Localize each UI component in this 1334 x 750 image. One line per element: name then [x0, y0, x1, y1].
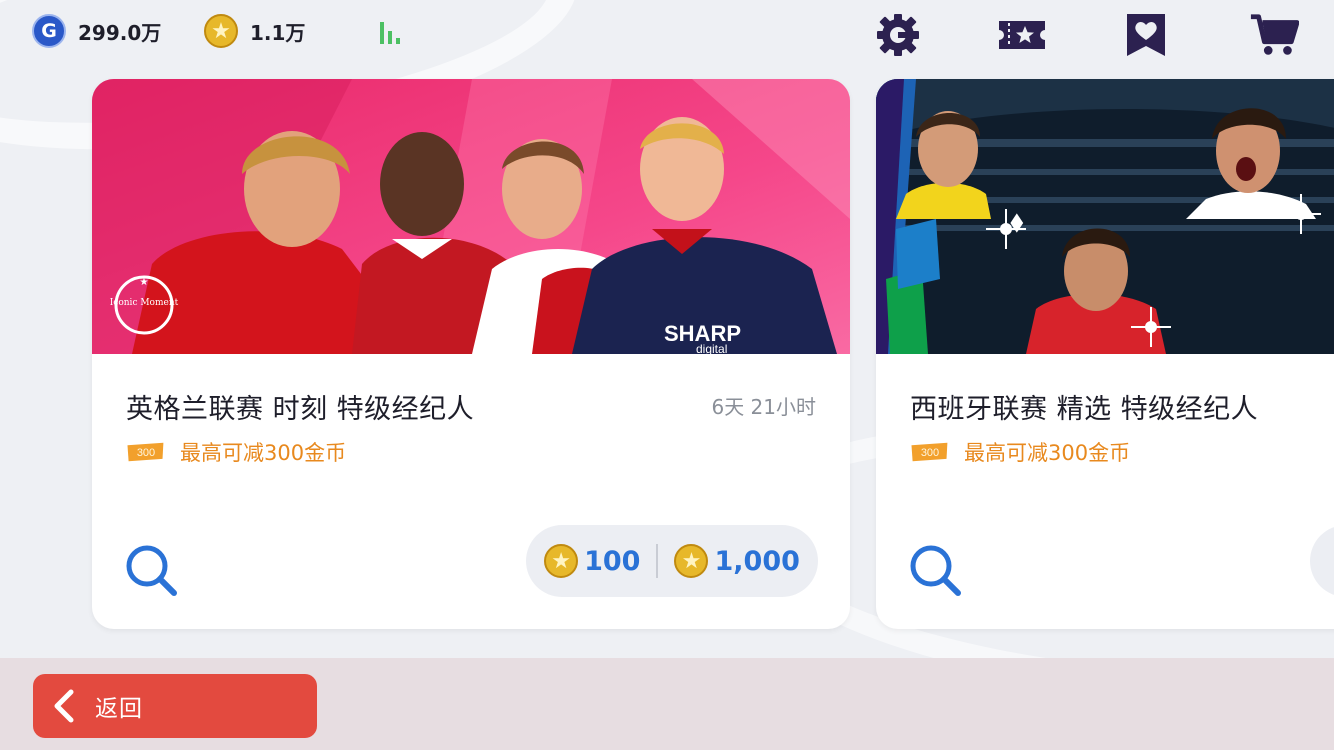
coin-balance: ★ 1.1万 — [204, 14, 305, 48]
iconic-moment-badge: Iconic Moment — [110, 298, 179, 308]
discount-line: 300 最高可减300金币 — [910, 437, 1130, 467]
top-bar: G 299.0万 ★ 1.1万 — [0, 0, 1334, 66]
card-banner-image — [876, 79, 1334, 354]
signal-icon — [380, 20, 406, 44]
price-pill[interactable] — [1310, 525, 1334, 597]
discount-ticket-label: 300 — [137, 447, 155, 459]
discount-ticket-icon: 300 — [126, 440, 166, 464]
card-banner-image: SHARP digital Iconic Moment ★ — [92, 79, 850, 354]
gp-balance: G 299.0万 — [32, 14, 161, 48]
price-single-value: 100 — [584, 545, 641, 577]
card-title: 英格兰联赛 时刻 特级经纪人 — [126, 394, 475, 425]
price-divider — [656, 544, 659, 578]
scout-card-england[interactable]: SHARP digital Iconic Moment ★ 英格兰联赛 时刻 特… — [92, 79, 850, 629]
search-icon[interactable] — [122, 541, 182, 601]
heart-bookmark-icon[interactable] — [1121, 10, 1171, 60]
sponsor-subtext: digital — [696, 342, 727, 354]
discount-line: 300 最高可减300金币 — [126, 437, 346, 467]
gear-icon[interactable] — [873, 10, 923, 60]
star-coin-icon: ★ — [204, 14, 238, 48]
price-bulk-value: 1,000 — [714, 545, 800, 577]
bottom-bar: 返回 — [0, 658, 1334, 750]
price-single[interactable]: ★ 100 — [544, 544, 640, 578]
back-button[interactable]: 返回 — [33, 674, 317, 738]
star-coin-icon: ★ — [674, 544, 709, 578]
star-coin-icon: ★ — [544, 544, 579, 578]
search-icon[interactable] — [906, 541, 966, 601]
gp-coin-icon: G — [32, 14, 66, 48]
coin-balance-value: 1.1万 — [250, 20, 306, 45]
back-button-label: 返回 — [95, 696, 143, 722]
discount-ticket-icon: 300 — [910, 440, 950, 464]
gp-balance-value: 299.0万 — [78, 20, 162, 45]
card-title: 西班牙联赛 精选 特级经纪人 — [910, 394, 1259, 425]
scout-card-spain[interactable]: 西班牙联赛 精选 特级经纪人 300 最高可减300金币 — [876, 79, 1334, 629]
ticket-icon[interactable] — [997, 10, 1047, 60]
cart-icon[interactable] — [1249, 10, 1299, 60]
svg-text:★: ★ — [140, 277, 149, 288]
discount-text: 最高可减300金币 — [964, 441, 1131, 465]
price-pill[interactable]: ★ 100 ★ 1,000 — [526, 525, 818, 597]
card-timer: 6天 21小时 — [711, 395, 816, 419]
chevron-left-icon — [54, 689, 74, 723]
price-bulk[interactable]: ★ 1,000 — [674, 544, 800, 578]
discount-ticket-label: 300 — [921, 447, 939, 459]
discount-text: 最高可减300金币 — [180, 441, 347, 465]
